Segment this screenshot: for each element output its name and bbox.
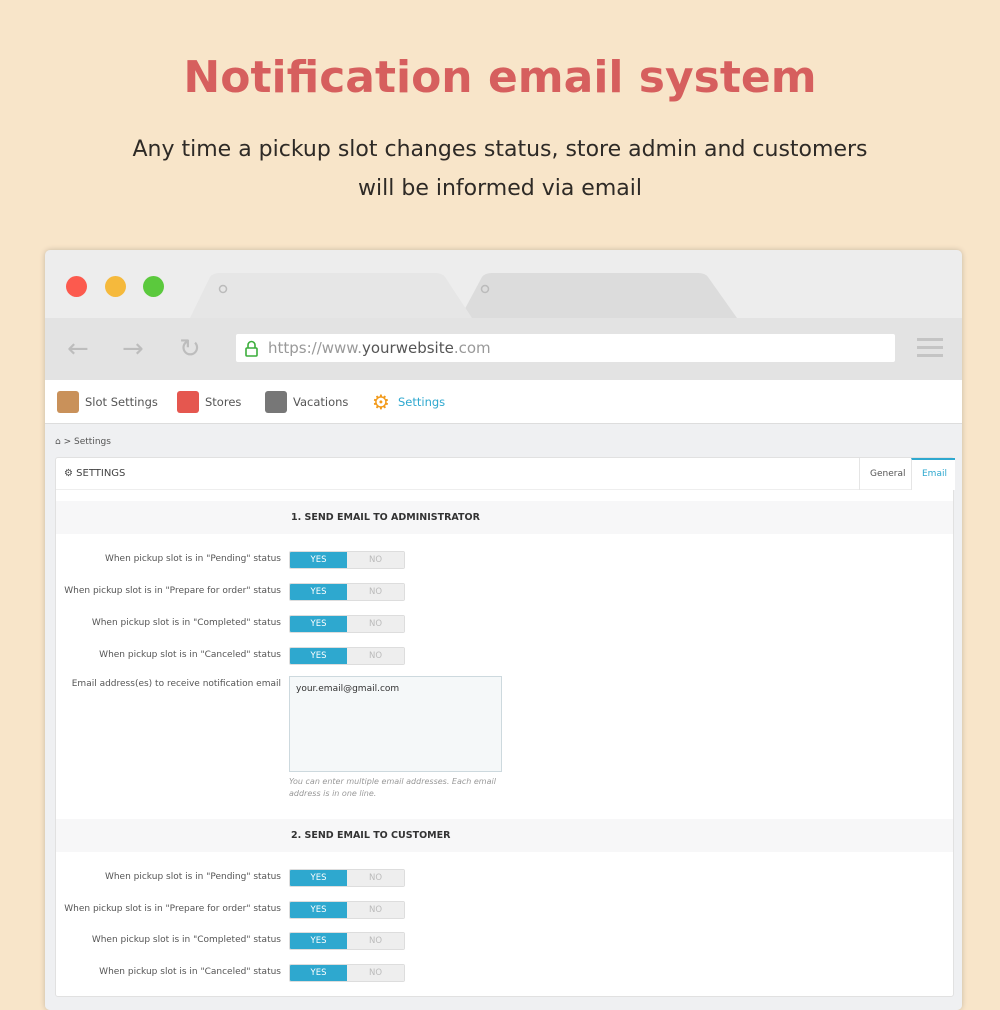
hero-subtitle-line2: will be informed via email [358, 176, 642, 201]
browser-tab-inactive[interactable] [460, 273, 740, 318]
store-icon [177, 391, 199, 413]
url-suffix: .com [453, 339, 491, 357]
toggle-yes[interactable]: YES [290, 648, 347, 664]
browser-tab-active[interactable] [190, 273, 475, 318]
yes-no-toggle[interactable]: YES NO [289, 869, 405, 887]
email-label: Email address(es) to receive notificatio… [71, 679, 281, 689]
hamburger-menu-icon[interactable] [917, 338, 943, 362]
close-window-button[interactable] [66, 276, 87, 297]
minimize-window-button[interactable] [105, 276, 126, 297]
url-input[interactable]: https://www.yourwebsite.com [236, 334, 895, 362]
toggle-no[interactable]: NO [347, 933, 404, 949]
toggle-no[interactable]: NO [347, 552, 404, 568]
reload-icon[interactable]: ↻ [179, 334, 201, 364]
setting-label: When pickup slot is in "Pending" status [104, 872, 281, 882]
forward-arrow-icon[interactable]: → [122, 334, 144, 364]
email-help-text: You can enter multiple email addresses. … [289, 777, 496, 798]
section-header-admin: 1. SEND EMAIL TO ADMINISTRATOR [56, 501, 953, 534]
panel-title: SETTINGS [76, 468, 126, 479]
setting-row: When pickup slot is in "Canceled" status… [56, 647, 953, 665]
home-icon[interactable]: ⌂ [55, 437, 61, 447]
breadcrumb: ⌂ > Settings [55, 437, 111, 447]
setting-row: When pickup slot is in "Pending" status … [56, 551, 953, 569]
breadcrumb-separator: > [63, 437, 72, 447]
setting-label: When pickup slot is in "Completed" statu… [91, 935, 281, 945]
toggle-no[interactable]: NO [347, 870, 404, 886]
setting-row: When pickup slot is in "Completed" statu… [56, 932, 953, 950]
toggle-no[interactable]: NO [347, 584, 404, 600]
nav-label: Stores [205, 395, 242, 409]
email-textarea[interactable]: your.email@gmail.com [289, 676, 502, 772]
back-arrow-icon[interactable]: ← [67, 334, 89, 364]
url-prefix: https://www. [268, 339, 362, 357]
maximize-window-button[interactable] [143, 276, 164, 297]
yes-no-toggle[interactable]: YES NO [289, 647, 405, 665]
gear-icon: ⚙ [64, 468, 73, 479]
yes-no-toggle[interactable]: YES NO [289, 901, 405, 919]
nav-label: Vacations [293, 395, 349, 409]
gears-icon: ⚙ [372, 390, 390, 414]
top-nav: Slot Settings Stores Vacations ⚙ Settings [45, 380, 962, 424]
setting-label: When pickup slot is in "Prepare for orde… [64, 904, 281, 914]
content-area: ⌂ > Settings ⚙ SETTINGS General Email 1.… [45, 424, 962, 1010]
address-bar-row: ← → ↻ https://www.yourwebsite.com [45, 318, 962, 380]
yes-no-toggle[interactable]: YES NO [289, 932, 405, 950]
setting-row: When pickup slot is in "Pending" status … [56, 869, 953, 887]
nav-label: Settings [398, 395, 446, 409]
tab-email[interactable]: Email [911, 458, 955, 490]
toggle-yes[interactable]: YES [290, 870, 347, 886]
nav-stores[interactable]: Stores [177, 380, 241, 424]
setting-label: When pickup slot is in "Canceled" status [99, 650, 281, 660]
setting-row: When pickup slot is in "Canceled" status… [56, 964, 953, 982]
setting-label: When pickup slot is in "Canceled" status [99, 967, 281, 977]
hero-subtitle-line1: Any time a pickup slot changes status, s… [132, 137, 868, 162]
nav-vacations[interactable]: Vacations [265, 380, 348, 424]
url-domain: yourwebsite [361, 339, 454, 357]
yes-no-toggle[interactable]: YES NO [289, 583, 405, 601]
toggle-yes[interactable]: YES [290, 902, 347, 918]
toggle-yes[interactable]: YES [290, 552, 347, 568]
toggle-yes[interactable]: YES [290, 584, 347, 600]
toggle-no[interactable]: NO [347, 965, 404, 981]
nav-label: Slot Settings [85, 395, 158, 409]
setting-row: When pickup slot is in "Completed" statu… [56, 615, 953, 633]
toggle-yes[interactable]: YES [290, 616, 347, 632]
store-lock-icon [265, 391, 287, 413]
settings-panel: ⚙ SETTINGS General Email 1. SEND EMAIL T… [55, 457, 955, 997]
toggle-no[interactable]: NO [347, 648, 404, 664]
setting-label: When pickup slot is in "Prepare for orde… [64, 586, 281, 596]
toggle-no[interactable]: NO [347, 616, 404, 632]
toggle-yes[interactable]: YES [290, 933, 347, 949]
setting-row: When pickup slot is in "Prepare for orde… [56, 583, 953, 601]
section-header-customer: 2. SEND EMAIL TO CUSTOMER [56, 819, 953, 852]
setting-label: When pickup slot is in "Pending" status [104, 554, 281, 564]
nav-settings[interactable]: ⚙ Settings [370, 380, 445, 424]
yes-no-toggle[interactable]: YES NO [289, 551, 405, 569]
yes-no-toggle[interactable]: YES NO [289, 964, 405, 982]
tab-general[interactable]: General [859, 458, 915, 490]
box-clock-icon [57, 391, 79, 413]
browser-window: ← → ↻ https://www.yourwebsite.com Slot S… [45, 250, 962, 1010]
lock-icon [245, 340, 258, 357]
nav-slot-settings[interactable]: Slot Settings [57, 380, 158, 424]
setting-label: When pickup slot is in "Completed" statu… [91, 618, 281, 628]
toggle-yes[interactable]: YES [290, 965, 347, 981]
toggle-no[interactable]: NO [347, 902, 404, 918]
hero-title: Notification email system [183, 52, 817, 103]
yes-no-toggle[interactable]: YES NO [289, 615, 405, 633]
breadcrumb-current: Settings [74, 437, 111, 447]
setting-row: When pickup slot is in "Prepare for orde… [56, 901, 953, 919]
